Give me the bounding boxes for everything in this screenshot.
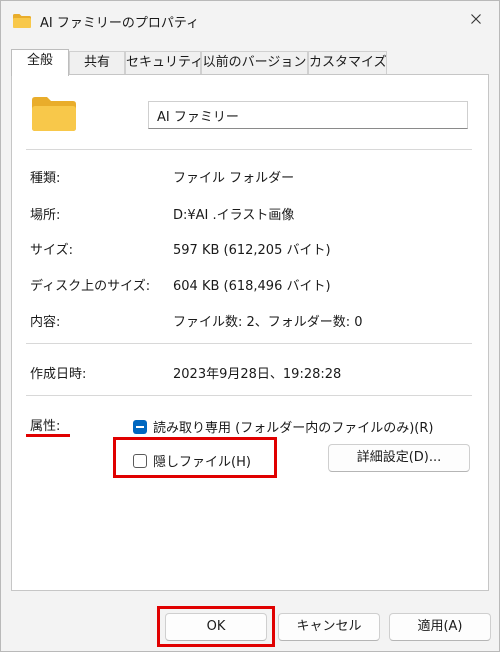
advanced-button[interactable]: 詳細設定(D)... bbox=[328, 444, 470, 472]
title-bar[interactable]: AI ファミリーのプロパティ bbox=[1, 1, 499, 39]
separator bbox=[26, 395, 472, 396]
close-button[interactable] bbox=[453, 1, 499, 39]
properties-dialog: AI ファミリーのプロパティ 全般 共有 セキュリティ 以前のバージョン カスタ… bbox=[0, 0, 500, 652]
window-title: AI ファミリーのプロパティ bbox=[40, 16, 200, 31]
location-label: 場所: bbox=[30, 208, 61, 223]
contents-value: ファイル数: 2、フォルダー数: 0 bbox=[173, 315, 363, 330]
location-value: D:¥AI .イラスト画像 bbox=[173, 208, 295, 223]
attributes-underline-annotation bbox=[26, 434, 70, 437]
tab-general[interactable]: 全般 bbox=[11, 49, 69, 76]
close-icon bbox=[471, 13, 481, 28]
size-value: 597 KB (612,205 バイト) bbox=[173, 243, 331, 258]
type-value: ファイル フォルダー bbox=[173, 171, 295, 186]
folder-name-input[interactable] bbox=[148, 101, 468, 129]
tab-sharing[interactable]: 共有 bbox=[69, 51, 125, 75]
attributes-label: 属性: bbox=[30, 419, 61, 434]
folder-icon bbox=[13, 14, 31, 28]
created-value: 2023年9月28日、19:28:28 bbox=[173, 367, 342, 382]
size-on-disk-value: 604 KB (618,496 バイト) bbox=[173, 279, 331, 294]
general-tab-panel: 種類: ファイル フォルダー 場所: D:¥AI .イラスト画像 サイズ: 59… bbox=[11, 74, 489, 591]
folder-large-icon bbox=[32, 97, 76, 131]
type-label: 種類: bbox=[30, 171, 61, 186]
tab-previous-versions[interactable]: 以前のバージョン bbox=[201, 51, 308, 75]
separator bbox=[26, 343, 472, 344]
apply-button[interactable]: 適用(A) bbox=[389, 613, 491, 641]
readonly-checkbox-label: 読み取り専用 (フォルダー内のファイルのみ)(R) bbox=[153, 421, 434, 436]
cancel-button[interactable]: キャンセル bbox=[278, 613, 380, 641]
created-label: 作成日時: bbox=[30, 367, 87, 382]
ok-button-highlight-annotation bbox=[157, 606, 275, 647]
separator bbox=[26, 149, 472, 150]
checkbox-indeterminate-icon bbox=[133, 419, 147, 434]
tab-customize[interactable]: カスタマイズ bbox=[308, 51, 387, 75]
size-label: サイズ: bbox=[30, 243, 73, 258]
tab-security[interactable]: セキュリティ bbox=[125, 51, 203, 75]
contents-label: 内容: bbox=[30, 315, 61, 330]
readonly-checkbox[interactable]: 読み取り専用 (フォルダー内のファイルのみ)(R) bbox=[133, 417, 433, 436]
size-on-disk-label: ディスク上のサイズ: bbox=[30, 279, 151, 294]
hidden-checkbox-highlight-annotation bbox=[113, 437, 277, 478]
